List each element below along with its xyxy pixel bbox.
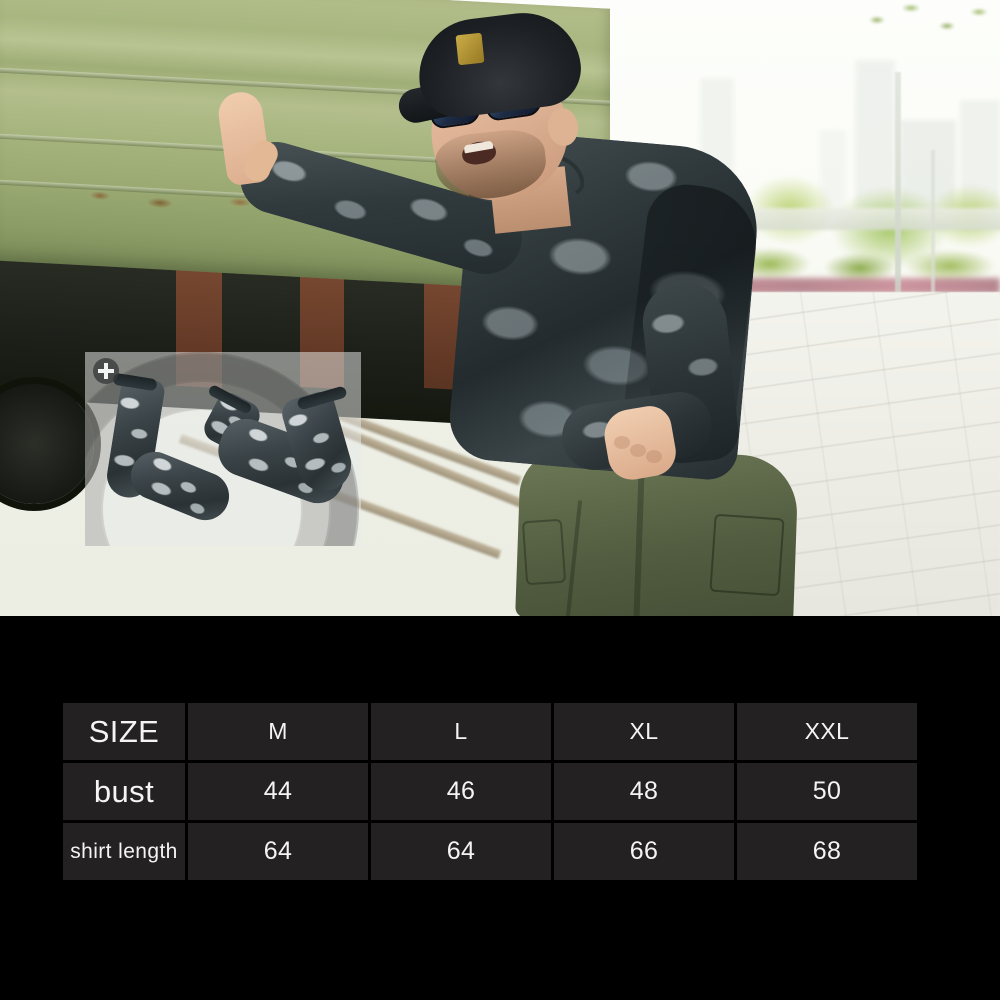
- cell-shirt-length-xl: 66: [554, 823, 734, 880]
- cargo-pocket: [709, 513, 785, 597]
- cell-size-xxl: XXL: [737, 703, 917, 760]
- cell-bust-xl: 48: [554, 763, 734, 820]
- table-row: shirt length 64 64 66 68: [63, 823, 917, 880]
- size-chart-table: SIZE M L XL XXL bust 44 46 48 50 shirt l…: [60, 700, 920, 883]
- cell-size-m: M: [188, 703, 368, 760]
- product-photo: [0, 0, 1000, 616]
- size-chart: SIZE M L XL XXL bust 44 46 48 50 shirt l…: [60, 700, 920, 883]
- cell-shirt-length-xxl: 68: [737, 823, 917, 880]
- cell-size-xl: XL: [554, 703, 734, 760]
- row-label-shirt-length: shirt length: [63, 823, 185, 880]
- knuckle: [646, 450, 662, 463]
- cell-size-l: L: [371, 703, 551, 760]
- cell-bust-l: 46: [371, 763, 551, 820]
- cargo-pocket: [521, 518, 567, 586]
- product-image-page: SIZE M L XL XXL bust 44 46 48 50 shirt l…: [0, 0, 1000, 1000]
- cell-shirt-length-l: 64: [371, 823, 551, 880]
- knuckle: [614, 436, 630, 449]
- cell-shirt-length-m: 64: [188, 823, 368, 880]
- table-row: SIZE M L XL XXL: [63, 703, 917, 760]
- knuckle: [630, 444, 646, 457]
- cell-bust-m: 44: [188, 763, 368, 820]
- cell-bust-xxl: 50: [737, 763, 917, 820]
- row-label-size: SIZE: [63, 703, 185, 760]
- row-label-bust: bust: [63, 763, 185, 820]
- plus-icon[interactable]: [93, 358, 119, 384]
- table-row: bust 44 46 48 50: [63, 763, 917, 820]
- cap-emblem: [455, 32, 485, 66]
- product-detail-overlay[interactable]: [85, 352, 361, 546]
